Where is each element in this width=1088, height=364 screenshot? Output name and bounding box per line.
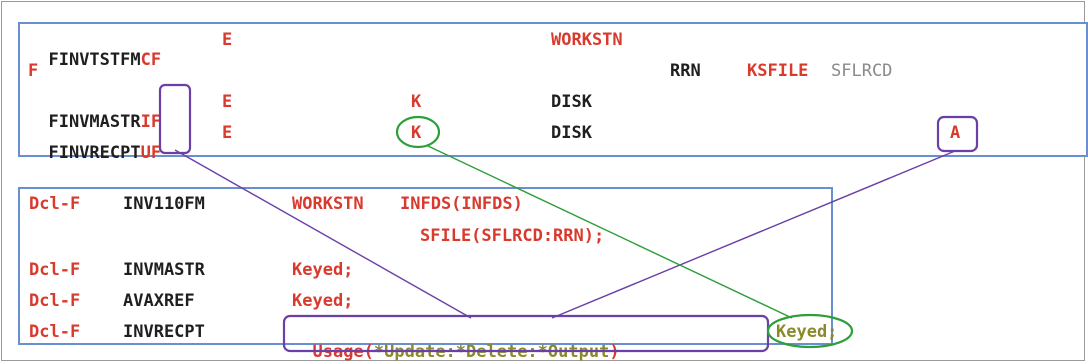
purple-box-usage	[282, 314, 770, 353]
purple-box-a	[936, 115, 979, 153]
purple-box-if-uf	[158, 83, 192, 155]
connector-k-to-keyed	[427, 145, 793, 319]
connector-a-to-usage	[551, 150, 956, 319]
annotation-overlay	[158, 83, 979, 353]
connector-uf-to-usage	[174, 149, 472, 319]
green-ellipse-k	[395, 115, 441, 149]
green-ellipse-keyed	[766, 313, 854, 349]
